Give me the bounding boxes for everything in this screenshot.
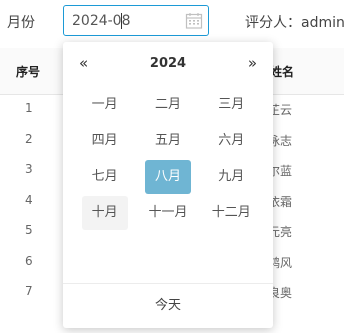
calendar-icon[interactable] — [185, 12, 203, 30]
month-option[interactable]: 七月 — [82, 160, 128, 194]
month-input[interactable]: 2024-08 — [63, 5, 209, 36]
text-cursor — [121, 13, 122, 29]
column-header-seq[interactable]: 序号 — [16, 63, 40, 80]
row-seq: 5 — [25, 223, 33, 237]
today-button[interactable]: 今天 — [63, 283, 273, 328]
month-option[interactable]: 八月 — [144, 160, 191, 194]
month-option[interactable]: 二月 — [145, 88, 191, 122]
row-seq: 3 — [25, 162, 33, 176]
month-option[interactable]: 一月 — [82, 88, 128, 122]
month-option[interactable]: 十一月 — [145, 196, 191, 230]
row-seq: 4 — [25, 192, 33, 207]
row-seq: 6 — [25, 253, 33, 268]
month-option[interactable]: 四月 — [82, 124, 128, 158]
month-option[interactable]: 十月 — [81, 196, 128, 230]
month-option[interactable]: 六月 — [208, 124, 254, 158]
month-grid: 一月 二月 三月四月 五月 六月七月 八月 九月十月 十一月 十二月 — [73, 87, 263, 231]
row-seq: 1 — [25, 101, 33, 115]
reviewer-label: 评分人：admin — [245, 15, 344, 31]
picker-year-label[interactable]: 2024 — [63, 56, 273, 71]
month-option[interactable]: 十二月 — [208, 196, 254, 230]
row-seq: 7 — [25, 284, 33, 298]
next-year-button[interactable]: » — [248, 54, 257, 72]
column-header-name[interactable]: 姓名 — [270, 63, 294, 80]
month-picker-popup: « 2024 » 一月 二月 三月 四月 五月 六月 七月 八月 九月 十月 十一月 十二月 今天 — [63, 42, 273, 328]
month-option[interactable]: 三月 — [208, 88, 254, 122]
month-option[interactable]: 五月 — [145, 124, 191, 158]
month-option[interactable]: 九月 — [208, 160, 254, 194]
month-filter-label: 月份 — [7, 15, 35, 31]
row-seq: 2 — [25, 131, 33, 146]
